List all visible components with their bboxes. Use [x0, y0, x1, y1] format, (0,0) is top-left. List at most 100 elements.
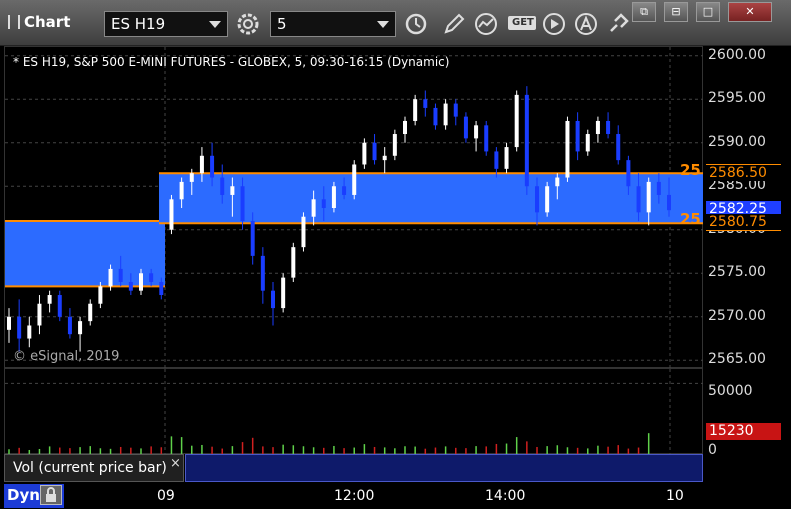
candle-body [453, 103, 458, 117]
candle-body [595, 120, 600, 135]
candle-body [37, 303, 42, 326]
lower-level-value: 2580.75 [709, 214, 767, 231]
volume-study-name: Vol (current price bar) [13, 460, 167, 476]
volume-label-strip [185, 454, 703, 482]
candle-body [47, 295, 52, 304]
alert-a-icon [575, 13, 597, 35]
candle-body [27, 325, 32, 339]
interval-combo[interactable]: 5 [270, 11, 396, 37]
candle-body [7, 316, 11, 330]
candle-body [118, 268, 123, 282]
candle-body [291, 247, 296, 278]
candle-body [413, 99, 418, 121]
price-chart-svg [5, 47, 704, 369]
get-data-button[interactable]: GET [506, 11, 538, 37]
candle-body [88, 303, 93, 322]
close-icon[interactable]: × [170, 456, 181, 471]
copyright-text: © eSignal, 2019 [13, 349, 120, 364]
candle-body [575, 120, 580, 152]
candle-body [108, 268, 113, 287]
candle-body [585, 134, 590, 152]
clock-icon [405, 13, 427, 35]
symbol-value: ES H19 [111, 15, 166, 33]
time-templates-button[interactable] [402, 11, 430, 37]
candle-body [646, 181, 651, 213]
candle-body [494, 151, 499, 169]
close-button[interactable]: ✕ [728, 2, 772, 22]
candle-body [403, 120, 407, 135]
candle-body [210, 155, 215, 178]
candle-body [636, 186, 641, 213]
candle-body [169, 199, 174, 230]
alerts-button[interactable] [572, 11, 600, 37]
candle-body [463, 116, 468, 139]
candle-body [199, 155, 204, 174]
play-icon [543, 13, 565, 35]
chart-area[interactable]: * ES H19, S&P 500 E-MINI FUTURES - GLOBE… [0, 46, 791, 509]
candle-body [149, 273, 154, 282]
app-title: Chart [8, 13, 70, 31]
candle-body [301, 216, 306, 248]
symbol-settings-button[interactable] [234, 11, 262, 37]
restore-button[interactable]: ⧉ [632, 2, 656, 22]
gear-icon [237, 13, 259, 35]
candle-body [565, 120, 570, 178]
play-button[interactable] [540, 11, 568, 37]
candle-body [392, 134, 397, 156]
volume-axis-label-0: 0 [708, 442, 717, 458]
interval-value: 5 [277, 15, 287, 33]
y-tick-label: 2575.00 [708, 264, 766, 281]
lock-icon[interactable] [40, 485, 62, 505]
line-chart-icon [475, 13, 497, 35]
price-axis[interactable]: 2600.002595.002590.002585.002580.002575.… [703, 46, 791, 509]
lower-level-prefix: 25 [680, 210, 701, 228]
volume-panel[interactable] [4, 368, 704, 455]
candle-body [656, 181, 661, 195]
candle-body [484, 125, 489, 152]
symbol-combo[interactable]: ES H19 [104, 11, 228, 37]
candle-body [382, 155, 387, 161]
candle-body [220, 177, 225, 195]
pencil-icon [444, 13, 465, 34]
volume-axis-label-50000: 50000 [708, 383, 753, 399]
candle-body [189, 173, 194, 182]
upper-level-prefix: 25 [680, 161, 701, 179]
y-tick-label: 2570.00 [708, 307, 766, 324]
time-axis[interactable]: Dyn 09 12:00 14:00 10 [0, 482, 703, 509]
link-button[interactable] [604, 11, 632, 37]
candle-body [667, 194, 671, 211]
candle-body [281, 277, 286, 309]
candle-body [372, 142, 377, 161]
candle-body [474, 125, 479, 139]
candle-body [17, 316, 22, 339]
chart-info: * ES H19, S&P 500 E-MINI FUTURES - GLOBE… [13, 55, 450, 69]
candle-body [67, 316, 72, 335]
x-tick-1400: 14:00 [485, 488, 526, 504]
draw-button[interactable] [440, 11, 468, 37]
studies-button[interactable] [472, 11, 500, 37]
y-tick-label: 2600.00 [708, 46, 766, 63]
candle-body [504, 147, 509, 169]
app-title-label: Chart [24, 13, 71, 31]
price-plot[interactable]: * ES H19, S&P 500 E-MINI FUTURES - GLOBE… [4, 46, 704, 369]
candle-body [626, 160, 631, 187]
candle-body [311, 199, 316, 217]
candle-body [443, 103, 448, 126]
candle-body [260, 255, 265, 291]
candle-body [250, 221, 255, 256]
volume-current-tag: 15230 [706, 423, 781, 440]
candle-body [606, 120, 611, 135]
volume-label-bar: Vol (current price bar) × [0, 454, 703, 482]
minimize-button[interactable]: ⊟ [664, 2, 688, 22]
y-tick-label: 2565.00 [708, 351, 766, 368]
volume-current-value: 15230 [709, 423, 754, 439]
maximize-button[interactable]: □ [696, 2, 720, 22]
candle-body [98, 286, 103, 304]
volume-study-label[interactable]: Vol (current price bar) [4, 454, 184, 482]
chevron-down-icon[interactable] [209, 21, 221, 28]
chevron-down-icon[interactable] [377, 21, 389, 28]
candle-body [514, 94, 519, 148]
volume-chart-svg [5, 369, 704, 455]
upper-level-value: 2586.50 [709, 165, 767, 182]
candle-body [545, 186, 550, 213]
